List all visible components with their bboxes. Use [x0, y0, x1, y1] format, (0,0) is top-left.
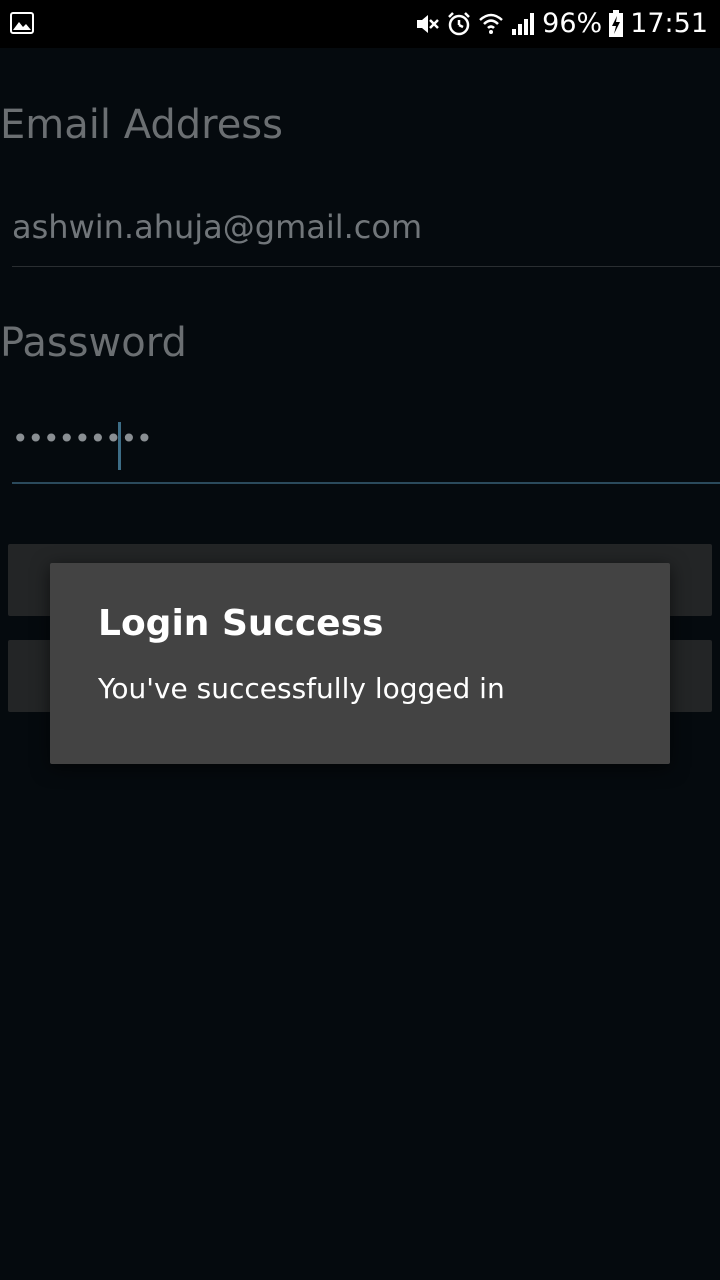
- login-success-dialog[interactable]: Login Success You've successfully logged…: [50, 563, 670, 764]
- password-field[interactable]: •••••••••: [12, 412, 720, 484]
- status-bar: 96% 17:51: [0, 0, 720, 48]
- mute-icon: [414, 11, 440, 37]
- dialog-title: Login Success: [98, 603, 384, 644]
- battery-percentage: 96%: [542, 8, 603, 39]
- password-value: •••••••••: [12, 422, 153, 455]
- email-label: Email Address: [0, 102, 283, 148]
- signal-icon: [510, 11, 536, 37]
- login-screen: 96% 17:51 Email Address ashwin.ahuja@gma…: [0, 0, 720, 1280]
- alarm-icon: [446, 11, 472, 37]
- wifi-icon: [478, 11, 504, 37]
- email-field[interactable]: ashwin.ahuja@gmail.com: [12, 196, 720, 267]
- text-cursor: [118, 422, 121, 470]
- email-value: ashwin.ahuja@gmail.com: [12, 208, 423, 246]
- clock: 17:51: [630, 8, 708, 39]
- battery-charging-icon: [608, 10, 624, 38]
- dialog-message: You've successfully logged in: [98, 672, 505, 705]
- password-label: Password: [0, 320, 187, 366]
- image-notification-icon: [10, 12, 34, 38]
